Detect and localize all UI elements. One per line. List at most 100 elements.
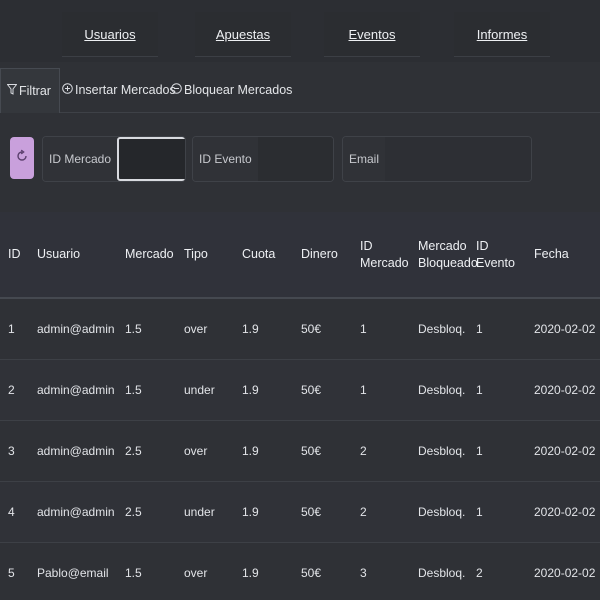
header-tipo: Tipo [184,247,208,262]
cell-mercado: 1.5 [125,321,142,336]
cell-dinero: 50€ [301,321,322,336]
cell-usuario: admin@admin [37,382,115,397]
email-input[interactable] [385,137,531,181]
header-bloq-line2: Bloqueado [418,255,478,270]
table-row[interactable]: 5 Pablo@email 1.5 over 1.9 50€ 3 Desbloq… [0,542,600,600]
cell-id: 4 [8,504,15,519]
header-usuario: Usuario [37,247,81,262]
table-header-row: ID Usuario Mercado Tipo Cuota Dinero ID M… [0,212,600,298]
id-evento-input[interactable] [257,137,333,181]
nav-informes[interactable]: Informes [454,12,550,57]
cell-cuota: 1.9 [242,321,259,336]
header-id-mercado-line2: Mercado [360,255,409,270]
table-row[interactable]: 3 admin@admin 2.5 over 1.9 50€ 2 Desbloq… [0,420,600,481]
apuestas-table: ID Usuario Mercado Tipo Cuota Dinero ID M… [0,212,600,600]
minus-circle-icon [171,83,182,97]
cell-mercado: 2.5 [125,504,142,519]
cell-bloqueado: Desbloq. [418,321,466,336]
tab-insertar-mercados[interactable]: Insertar Mercados [62,68,176,112]
email-label: Email [343,137,386,181]
header-mercado: Mercado [125,247,174,262]
cell-id: 1 [8,321,15,336]
header-bloq-line1: Mercado [418,239,467,254]
cell-cuota: 1.9 [242,565,259,580]
nav-eventos[interactable]: Eventos [324,12,420,57]
cell-fecha: 2020-02-02 [534,443,596,458]
cell-bloqueado: Desbloq. [418,565,466,580]
tab-bar: Filtrar Insertar Mercados Bloquear Merca… [0,68,600,113]
cell-fecha: 2020-02-02 [534,321,596,336]
cell-usuario: Pablo@email [37,565,109,580]
cell-tipo: under [184,382,215,397]
id-mercado-label: ID Mercado [43,137,118,181]
cell-tipo: over [184,565,208,580]
header-cuota: Cuota [242,247,276,262]
id-evento-filter: ID Evento [192,136,334,182]
plus-circle-icon [62,83,73,97]
reload-button[interactable] [10,137,34,179]
cell-id-evento: 2 [476,565,483,580]
tab-filtrar-label: Filtrar [19,84,51,98]
cell-mercado: 1.5 [125,565,142,580]
cell-cuota: 1.9 [242,382,259,397]
cell-id-evento: 1 [476,504,483,519]
cell-bloqueado: Desbloq. [418,504,466,519]
app-root: Usuarios Apuestas Eventos Informes Filtr… [0,0,600,600]
cell-id-mercado: 2 [360,504,367,519]
cell-id: 5 [8,565,15,580]
cell-bloqueado: Desbloq. [418,443,466,458]
tab-bloquear-mercados[interactable]: Bloquear Mercados [171,68,292,112]
cell-id-mercado: 1 [360,382,367,397]
cell-id-mercado: 3 [360,565,367,580]
reload-icon [15,149,29,168]
cell-usuario: admin@admin [37,321,115,336]
table-row[interactable]: 1 admin@admin 1.5 over 1.9 50€ 1 Desbloq… [0,298,600,359]
cell-id-evento: 1 [476,382,483,397]
cell-id-mercado: 1 [360,321,367,336]
id-mercado-filter: ID Mercado [42,136,186,182]
cell-fecha: 2020-02-02 [534,565,596,580]
header-mercado-bloqueado: Mercado Bloqueado [410,212,478,298]
cell-cuota: 1.9 [242,443,259,458]
header-dinero: Dinero [301,247,338,262]
header-id-evento-line1: ID [476,239,489,254]
cell-tipo: over [184,443,208,458]
cell-bloqueado: Desbloq. [418,382,466,397]
cell-dinero: 50€ [301,382,322,397]
filter-icon [6,84,18,98]
cell-tipo: under [184,504,215,519]
cell-usuario: admin@admin [37,504,115,519]
cell-fecha: 2020-02-02 [534,504,596,519]
apuestas-table-container: ID Usuario Mercado Tipo Cuota Dinero ID M… [0,212,600,600]
cell-dinero: 50€ [301,443,322,458]
cell-id-evento: 1 [476,443,483,458]
id-mercado-input[interactable] [117,137,185,181]
nav-usuarios[interactable]: Usuarios [62,12,158,57]
nav-apuestas[interactable]: Apuestas [195,12,291,57]
tab-filtrar[interactable]: Filtrar [0,68,60,113]
cell-mercado: 1.5 [125,382,142,397]
cell-dinero: 50€ [301,504,322,519]
tab-insertar-label: Insertar Mercados [75,83,176,97]
cell-tipo: over [184,321,208,336]
top-navigation: Usuarios Apuestas Eventos Informes [0,0,600,62]
cell-id-evento: 1 [476,321,483,336]
cell-id: 2 [8,382,15,397]
header-id-evento-line2: Evento [476,255,515,270]
cell-dinero: 50€ [301,565,322,580]
cell-id: 3 [8,443,15,458]
email-filter: Email [342,136,532,182]
filter-row: ID Mercado ID Evento Email [0,126,600,190]
header-id-mercado-line1: ID [360,239,373,254]
id-evento-label: ID Evento [193,137,258,181]
cell-usuario: admin@admin [37,443,115,458]
table-row[interactable]: 2 admin@admin 1.5 under 1.9 50€ 1 Desblo… [0,359,600,420]
tab-bloquear-label: Bloquear Mercados [184,83,293,97]
cell-id-mercado: 2 [360,443,367,458]
cell-cuota: 1.9 [242,504,259,519]
table-row[interactable]: 4 admin@admin 2.5 under 1.9 50€ 2 Desblo… [0,481,600,542]
header-fecha: Fecha [534,247,569,262]
cell-fecha: 2020-02-02 [534,382,596,397]
header-id: ID [8,247,21,262]
header-id-mercado: ID Mercado [352,212,410,298]
